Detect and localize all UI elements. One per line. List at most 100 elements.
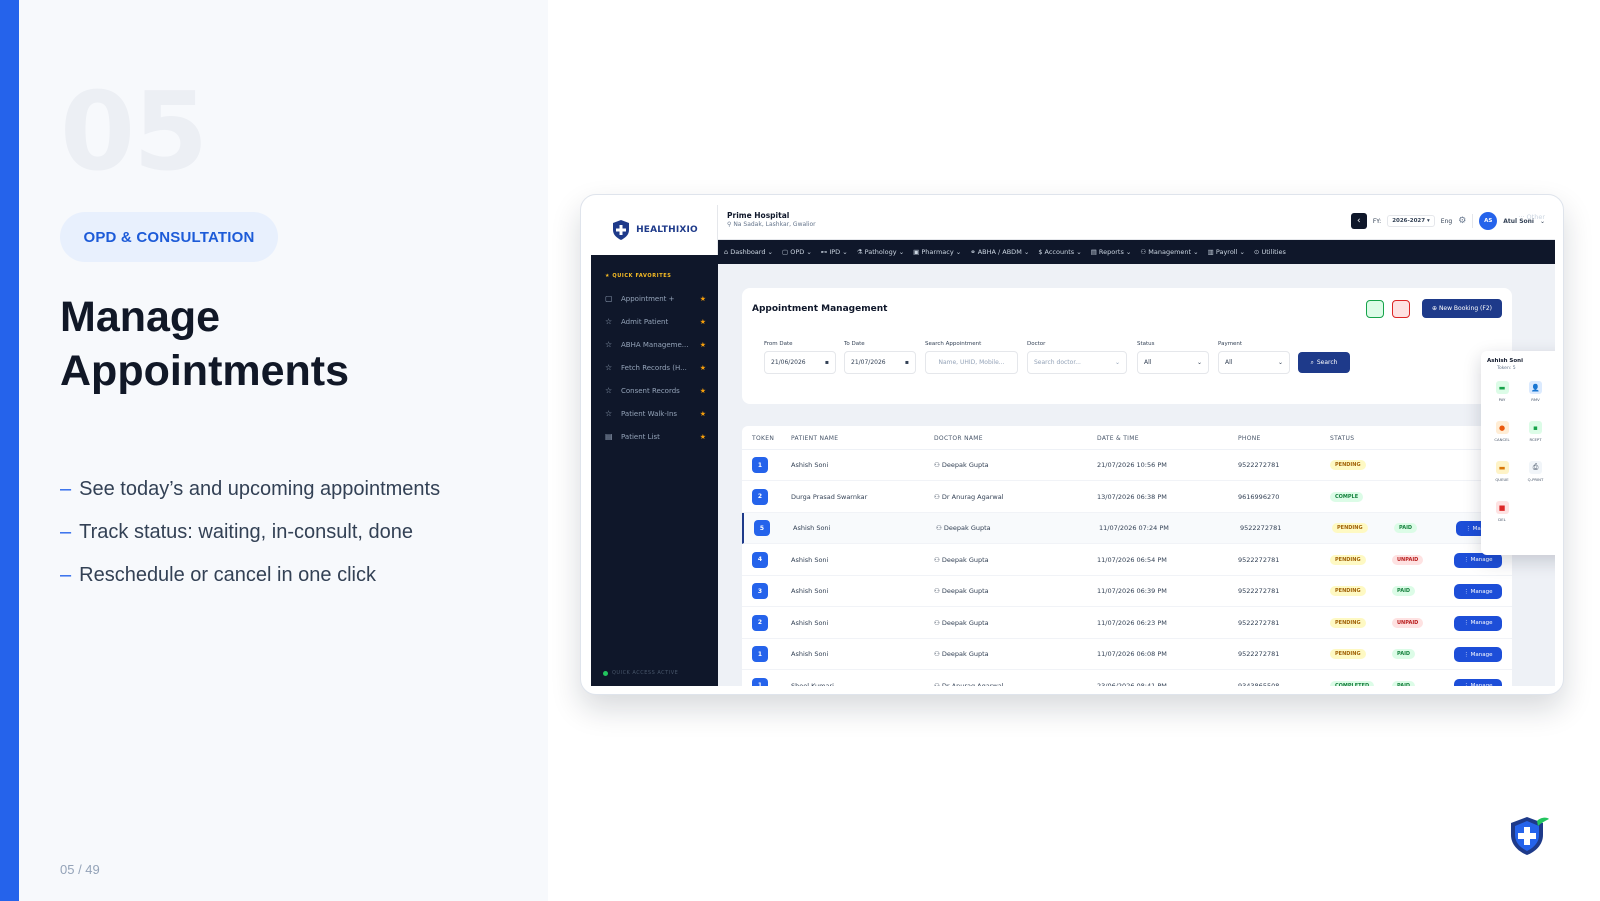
patient-name[interactable]: Ashish Soni: [791, 619, 828, 627]
column-header[interactable]: DATE & TIME: [1097, 435, 1139, 442]
column-header[interactable]: STATUS: [1330, 435, 1354, 442]
menu-item-payroll[interactable]: ▥ Payroll ⌄: [1208, 248, 1245, 256]
menu-item-dashboard[interactable]: ⌂ Dashboard ⌄: [724, 248, 773, 256]
date-time: 11/07/2026 06:39 PM: [1097, 587, 1167, 595]
fy-select[interactable]: 2026-2027 ▾: [1387, 215, 1435, 227]
column-header[interactable]: TOKEN: [752, 435, 774, 442]
token-badge: 2: [752, 488, 768, 505]
patient-name[interactable]: Ashish Soni: [793, 524, 830, 532]
action-label: Q-PRINT: [1527, 477, 1544, 482]
action-label: RMV: [1531, 397, 1540, 402]
manage-button[interactable]: ⋮ Manage: [1454, 647, 1502, 662]
menu-item-pharmacy[interactable]: ▣ Pharmacy ⌄: [913, 248, 961, 256]
calendar-icon: ▪: [824, 359, 829, 366]
patient-name[interactable]: Ashish Soni: [791, 461, 828, 469]
table-row[interactable]: 1 Sheel Kumari ⚇ Dr Anurag Agarwal 23/06/20…: [742, 671, 1512, 687]
hospital-address-text: Na Sadak, Lashkar, Gwalior: [733, 221, 816, 228]
sidebar-item[interactable]: ☆ ABHA Manageme... ★: [591, 333, 718, 356]
favorite-star-icon[interactable]: ★: [700, 364, 706, 372]
patient-name[interactable]: Ashish Soni: [791, 587, 828, 595]
bullet-item: – Reschedule or cancel in one click: [60, 564, 440, 607]
action-rcept[interactable]: ▪ RCEPT: [1519, 421, 1553, 442]
search-input[interactable]: Name, UHID, Mobile...: [925, 351, 1018, 374]
favorite-star-icon[interactable]: ★: [700, 410, 706, 418]
table-row[interactable]: 5 Ashish Soni ⚇ Deepak Gupta 11/07/2026 07:…: [742, 513, 1512, 544]
manage-button[interactable]: ⋮ Manage: [1454, 678, 1502, 686]
menu-item-abha-abdm[interactable]: ⚭ ABHA / ABDM ⌄: [970, 248, 1029, 256]
favorite-star-icon[interactable]: ★: [700, 387, 706, 395]
column-header[interactable]: PHONE: [1238, 435, 1261, 442]
action-rmv[interactable]: 👤 RMV: [1519, 381, 1553, 402]
section-tag: OPD & CONSULTATION: [60, 212, 278, 262]
table-row[interactable]: 4 Ashish Soni ⚇ Deepak Gupta 11/07/2026 06:…: [742, 545, 1512, 576]
column-header[interactable]: DOCTOR NAME: [934, 435, 983, 442]
patient-name[interactable]: Ashish Soni: [791, 556, 828, 564]
manage-button[interactable]: ⋮ Manage: [1454, 615, 1502, 631]
action-q-print[interactable]: ⎙ Q-PRINT: [1519, 461, 1553, 482]
manage-button[interactable]: ⋮ Manage: [1454, 584, 1502, 599]
doctor-name-text: Dr Anurag Agarwal: [941, 492, 1004, 501]
sidebar-item[interactable]: ☆ Fetch Records (H... ★: [591, 356, 718, 379]
sidebar-item[interactable]: ▤ Patient List ★: [591, 425, 718, 448]
doctor-name: ⚇ Dr Anurag Agarwal: [934, 493, 1004, 501]
menu-item-opd[interactable]: ▢ OPD ⌄: [782, 248, 812, 256]
menu-item-accounts[interactable]: $ Accounts ⌄: [1038, 248, 1081, 256]
avatar[interactable]: AS: [1479, 212, 1498, 230]
action-queue[interactable]: ▬ QUEUE: [1485, 461, 1519, 482]
from-date-label: From Date: [764, 341, 793, 347]
action-pay[interactable]: ▬ PAY: [1485, 381, 1519, 402]
bullet-text: Track status: waiting, in-consult, done: [79, 521, 413, 543]
menu-item-pathology[interactable]: ⚗ Pathology ⌄: [857, 248, 904, 256]
patient-name[interactable]: Ashish Soni: [791, 650, 828, 658]
sidebar-item[interactable]: ☆ Admit Patient ★: [591, 310, 718, 333]
chevron-down-icon: ⌄: [840, 248, 848, 256]
column-header[interactable]: PATIENT NAME: [791, 435, 838, 442]
patient-name[interactable]: Durga Prasad Swarnkar: [791, 493, 867, 501]
action-outside[interactable]: ▲OUTSIDE: [1552, 461, 1555, 482]
search-button[interactable]: ⌕ Search: [1298, 352, 1350, 373]
chevron-down-icon: ⌄: [804, 248, 812, 256]
export-excel-button[interactable]: [1366, 300, 1384, 318]
date-time: 11/07/2026 06:54 PM: [1097, 555, 1167, 564]
table-row[interactable]: 2 Ashish Soni ⚇ Deepak Gupta 11/07/2026 06:…: [742, 608, 1512, 639]
gear-icon[interactable]: ⚙: [1458, 216, 1466, 226]
new-booking-button[interactable]: ⊕ New Booking (F2): [1422, 299, 1502, 318]
favorite-star-icon[interactable]: ★: [700, 433, 706, 441]
favorite-star-icon[interactable]: ★: [700, 318, 706, 326]
sidebar-item[interactable]: ☆ Consent Records ★: [591, 379, 718, 402]
menu-icon: ▥: [1207, 248, 1216, 256]
to-date-input[interactable]: 21/07/2026 ▪: [844, 351, 916, 374]
action-done[interactable]: ✓DONE: [1552, 381, 1555, 402]
favorite-star-icon[interactable]: ★: [700, 295, 706, 303]
wallet-icon: ▬: [1495, 381, 1509, 394]
sidebar-item[interactable]: ☆ Patient Walk-Ins ★: [591, 402, 718, 425]
chevron-down-icon: ⌄: [1196, 359, 1202, 366]
app-logo[interactable]: HEALTHIXIO: [591, 205, 718, 255]
table-row[interactable]: 1 Ashish Soni ⚇ Deepak Gupta 21/07/2026 10:…: [742, 450, 1512, 481]
menu-item-label: Pathology: [864, 248, 897, 256]
export-pdf-button[interactable]: [1392, 300, 1410, 318]
from-date-input[interactable]: 21/06/2026 ▪: [764, 351, 836, 374]
table-row[interactable]: 2 Durga Prasad Swarnkar ⚇ Dr Anurag Agarwa…: [742, 482, 1512, 513]
menu-item-utilities[interactable]: ⊙ Utilities: [1254, 248, 1286, 256]
status-select[interactable]: All ⌄: [1137, 351, 1209, 374]
back-arrow-icon[interactable]: ‹: [1350, 213, 1367, 229]
user-icon: 👤: [1529, 381, 1542, 394]
menu-item-ipd[interactable]: ⊷ IPD ⌄: [821, 248, 848, 256]
doctor-select[interactable]: Search doctor... ⌄: [1027, 351, 1127, 374]
menu-item-reports[interactable]: ▤ Reports ⌄: [1091, 248, 1132, 256]
action-cancel[interactable]: ● CANCEL: [1485, 421, 1519, 442]
menu-item-management[interactable]: ⚇ Management ⌄: [1140, 248, 1198, 256]
menu-other[interactable]: ··· Other: [1518, 213, 1545, 221]
status-value: All: [1144, 359, 1152, 366]
payment-select[interactable]: All ⌄: [1218, 351, 1290, 374]
date-time: 11/07/2026 06:08 PM: [1097, 650, 1167, 658]
language-toggle[interactable]: Eng: [1441, 218, 1452, 225]
action-del[interactable]: ■ DEL: [1485, 501, 1519, 522]
action-presc[interactable]: ▪PRESC: [1552, 421, 1555, 442]
table-row[interactable]: 1 Ashish Soni ⚇ Deepak Gupta 11/07/2026 06:…: [742, 639, 1512, 670]
sidebar-item[interactable]: ▢ Appointment + ★: [591, 287, 718, 310]
table-row[interactable]: 3 Ashish Soni ⚇ Deepak Gupta 11/07/2026 06:…: [742, 576, 1512, 607]
patient-name[interactable]: Sheel Kumari: [791, 682, 834, 687]
favorite-star-icon[interactable]: ★: [700, 341, 706, 349]
